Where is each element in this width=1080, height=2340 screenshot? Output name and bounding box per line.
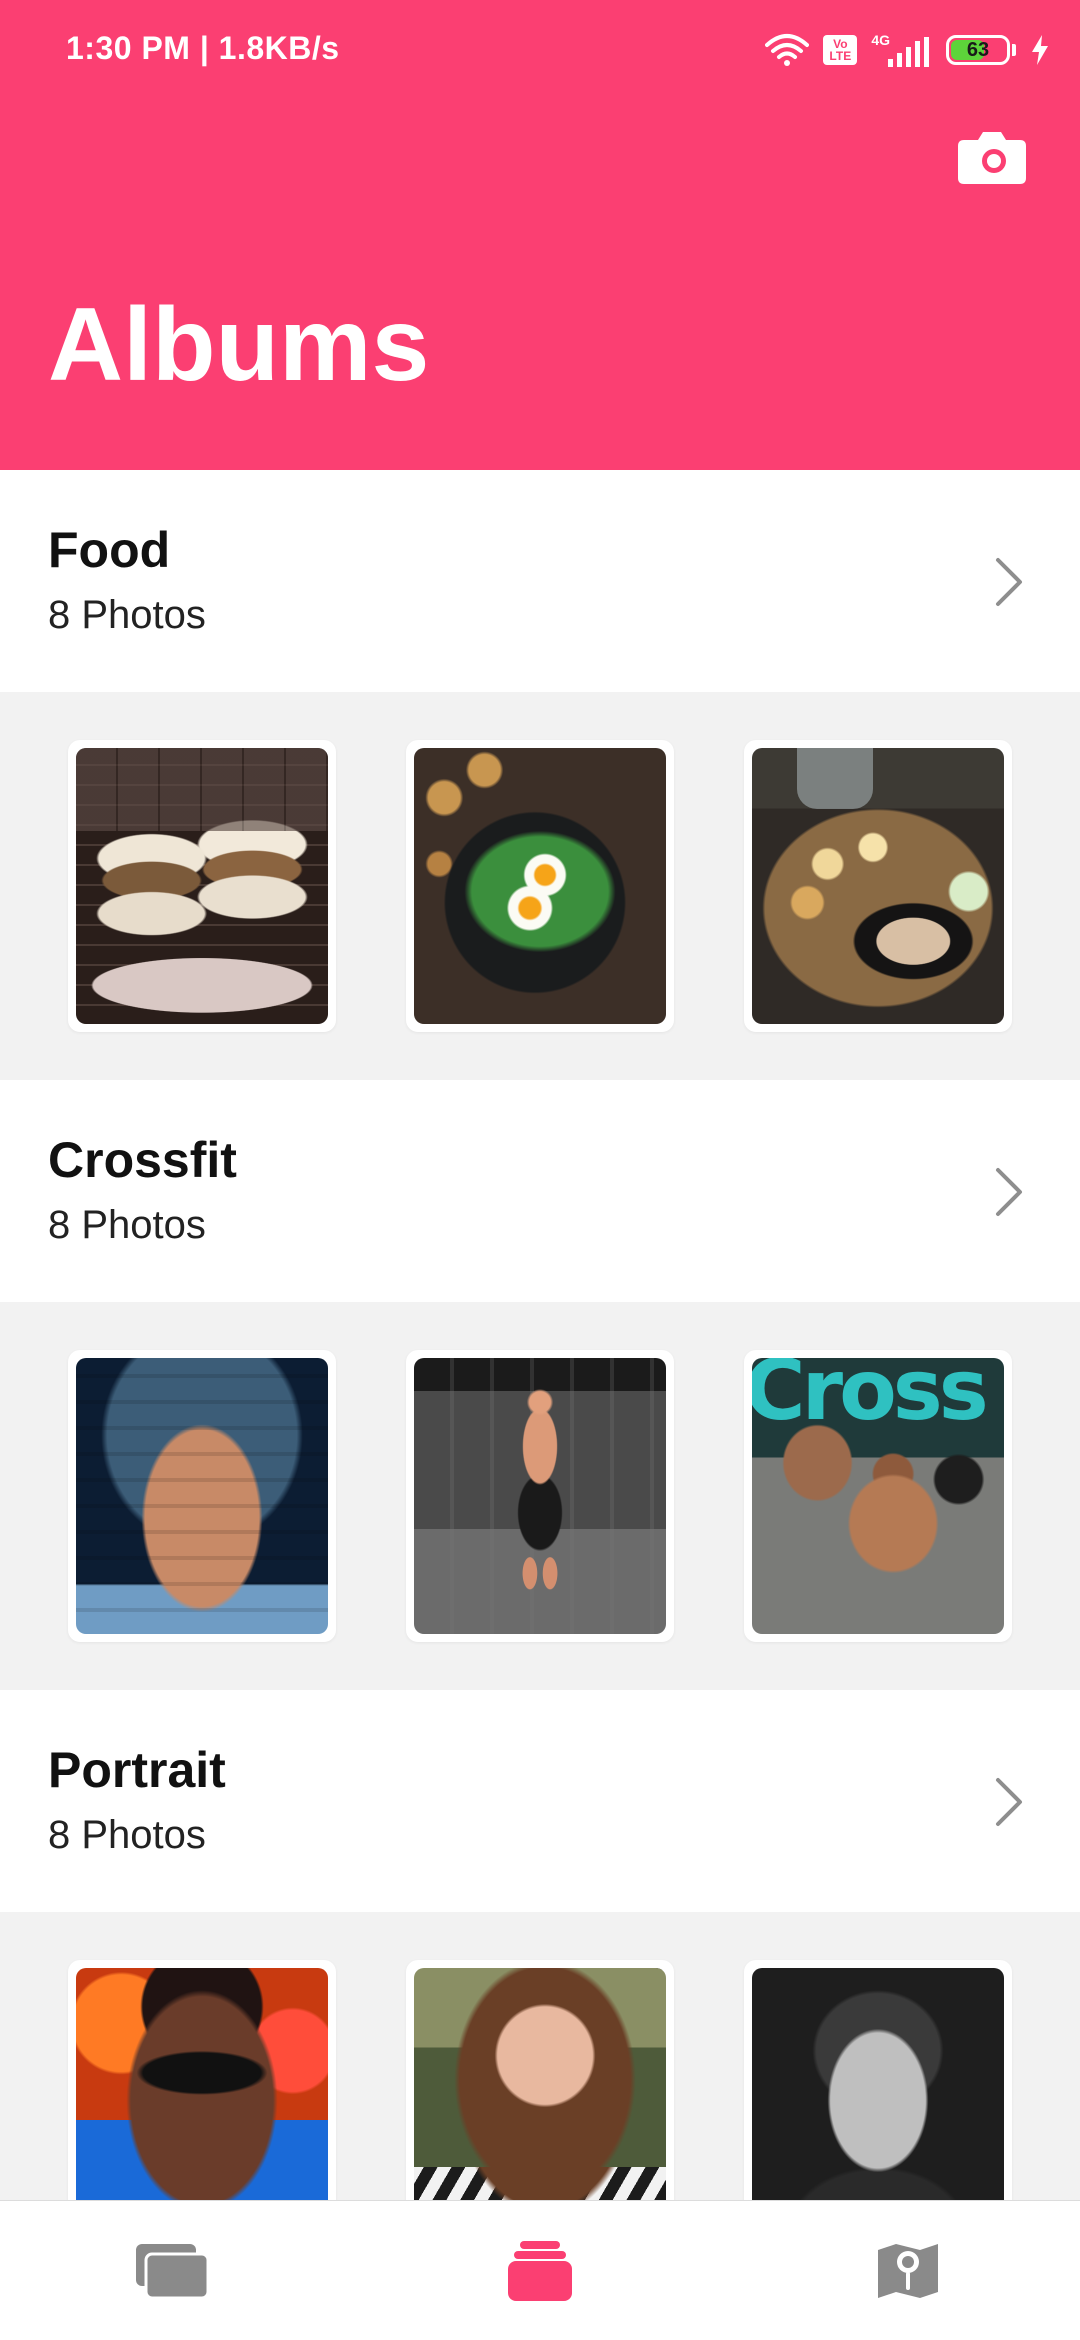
album-photo-row xyxy=(0,692,1080,1080)
salad-photo xyxy=(752,748,1004,1024)
nav-albums-tab[interactable] xyxy=(500,2236,580,2306)
app-header: 1:30 PM | 1.8KB/s Vo LTE 4G 63 Albums xyxy=(0,0,1080,470)
eggs-photo xyxy=(414,748,666,1024)
charging-icon xyxy=(1032,35,1048,65)
album-header-portrait[interactable]: Portrait 8 Photos xyxy=(0,1690,1080,1912)
album-title: Food xyxy=(48,522,171,578)
album-title: Crossfit xyxy=(48,1132,237,1188)
album-photo-count: 8 Photos xyxy=(48,593,206,637)
camera-icon[interactable] xyxy=(956,128,1028,186)
photo-thumbnail[interactable] xyxy=(68,740,336,1032)
album-header-crossfit[interactable]: Crossfit 8 Photos xyxy=(0,1080,1080,1302)
crossfit-photo xyxy=(752,1358,1004,1634)
albums-icon xyxy=(508,2240,572,2301)
battery-level-label: 63 xyxy=(966,38,990,61)
abs-photo xyxy=(76,1358,328,1634)
photo-thumbnail[interactable] xyxy=(744,1350,1012,1642)
photo-thumbnail[interactable] xyxy=(744,740,1012,1032)
status-time: 1:30 PM | 1.8KB/s xyxy=(66,30,340,66)
battery-icon: 63 xyxy=(946,35,1010,65)
photos-stack-icon xyxy=(136,2243,210,2299)
album-title: Portrait xyxy=(48,1742,226,1798)
album-photo-count: 8 Photos xyxy=(48,1813,206,1857)
volte-bottom-label: LTE xyxy=(829,49,852,63)
gym-photo xyxy=(414,1358,666,1634)
cellular-signal: 4G xyxy=(871,33,932,67)
burger-photo xyxy=(76,748,328,1024)
page-title: Albums xyxy=(48,287,430,403)
bottom-navigation xyxy=(0,2200,1080,2340)
nav-map-tab[interactable] xyxy=(868,2236,948,2306)
chevron-right-icon xyxy=(996,558,1022,606)
photo-thumbnail[interactable] xyxy=(406,740,674,1032)
chevron-right-icon xyxy=(996,1168,1022,1216)
battery-tip xyxy=(1012,44,1016,56)
wifi-icon xyxy=(765,34,810,66)
nav-photos-tab[interactable] xyxy=(132,2236,212,2306)
photo-thumbnail[interactable] xyxy=(68,1350,336,1642)
status-icons: Vo LTE 4G 63 xyxy=(765,28,1050,72)
album-header-food[interactable]: Food 8 Photos xyxy=(0,470,1080,692)
album-photo-row xyxy=(0,1302,1080,1690)
photo-thumbnail[interactable] xyxy=(406,1350,674,1642)
map-pin-icon xyxy=(878,2243,938,2298)
album-list: Food 8 Photos Crossfit 8 Photos Portrait… xyxy=(0,470,1080,2300)
signal-bars-icon xyxy=(888,37,929,67)
chevron-right-icon xyxy=(996,1778,1022,1826)
volte-icon: Vo LTE xyxy=(823,35,858,65)
album-photo-count: 8 Photos xyxy=(48,1203,206,1247)
